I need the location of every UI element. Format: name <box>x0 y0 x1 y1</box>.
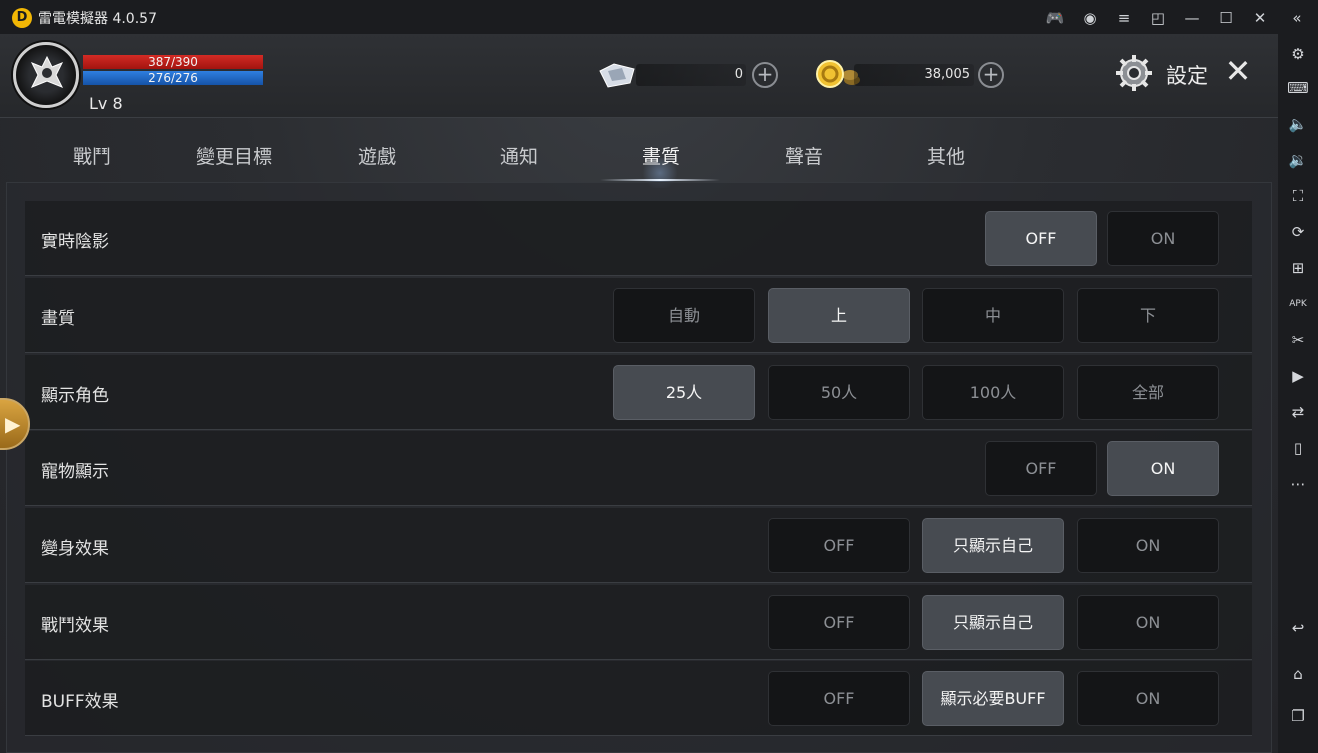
option-button[interactable]: OFF <box>768 595 910 650</box>
home-icon[interactable]: ⌂ <box>1286 662 1310 686</box>
settings-panel: 實時陰影 OFF ON 畫質 自動 上 中 下 顯示角色 25人 50人 100… <box>6 182 1272 753</box>
hp-bar: 387/390 <box>83 55 263 69</box>
diamond-count: 0 <box>734 67 743 82</box>
tab-game[interactable]: 遊戲 <box>312 142 442 168</box>
option-button[interactable]: ON <box>1107 211 1219 266</box>
settings-icon[interactable]: ⚙ <box>1286 42 1310 66</box>
option-button[interactable]: 只顯示自己 <box>922 595 1064 650</box>
option-button[interactable]: OFF <box>985 441 1097 496</box>
active-tab-indicator <box>600 179 720 181</box>
option-button[interactable]: OFF <box>768 671 910 726</box>
menu-icon[interactable]: ≡ <box>1113 7 1135 29</box>
add-gold-button[interactable]: + <box>978 62 1004 88</box>
collapse-icon[interactable]: « <box>1286 7 1308 29</box>
option-button[interactable]: 自動 <box>613 288 755 343</box>
option-button[interactable]: 100人 <box>922 365 1064 420</box>
option-button[interactable]: OFF <box>985 211 1097 266</box>
settings-tabs: 戰鬥 變更目標 遊戲 通知 畫質 聲音 其他 <box>0 118 1278 188</box>
option-button[interactable]: ON <box>1077 671 1219 726</box>
shake-icon[interactable]: ▯ <box>1286 436 1310 460</box>
add-app-icon[interactable]: ⊞ <box>1286 256 1310 280</box>
emulator-titlebar: D 雷電模擬器 4.0.57 🎮 ◉ ≡ ◰ — ☐ ✕ « <box>0 0 1318 34</box>
setting-row-graphics-quality: 畫質 自動 上 中 下 <box>25 278 1252 353</box>
tab-sound[interactable]: 聲音 <box>739 142 869 168</box>
settings-title: 設定 <box>1166 64 1208 88</box>
scissors-icon[interactable]: ✂ <box>1286 328 1310 352</box>
screenshot-icon[interactable]: ⛶ <box>1286 184 1310 208</box>
option-button[interactable]: 25人 <box>613 365 755 420</box>
player-hud: 387/390 276/276 Lv 8 0 + 38,005 + 設定 ✕ <box>0 34 1278 118</box>
tab-notification[interactable]: 通知 <box>454 142 584 168</box>
option-button[interactable]: ON <box>1077 518 1219 573</box>
guild-emblem-icon <box>30 55 64 88</box>
minimize-icon[interactable]: — <box>1181 7 1203 29</box>
tab-other[interactable]: 其他 <box>881 142 1011 168</box>
video-icon[interactable]: ▶ <box>1286 364 1310 388</box>
setting-row-battle-effect: 戰鬥效果 OFF 只顯示自己 ON <box>25 585 1252 660</box>
add-diamond-button[interactable]: + <box>752 62 778 88</box>
setting-row-buff-effect: BUFF效果 OFF 顯示必要BUFF ON <box>25 661 1252 736</box>
setting-label: 顯示角色 <box>41 386 109 406</box>
play-arrow-icon: ▶ <box>5 412 21 436</box>
apk-icon[interactable]: APK <box>1286 292 1310 316</box>
volume-up-icon[interactable]: 🔈 <box>1286 112 1310 136</box>
setting-row-realtime-shadow: 實時陰影 OFF ON <box>25 201 1252 276</box>
option-button[interactable]: 50人 <box>768 365 910 420</box>
tab-change-target[interactable]: 變更目標 <box>169 142 299 168</box>
gold-count: 38,005 <box>924 67 971 82</box>
option-button[interactable]: ON <box>1107 441 1219 496</box>
emulator-sidebar: ⚙ ⌨ 🔈 🔉 ⛶ ⟳ ⊞ APK ✂ ▶ ⇄ ▯ ⋯ ↩ ⌂ ❐ <box>1278 34 1318 753</box>
back-icon[interactable]: ↩ <box>1286 616 1310 640</box>
close-settings-button[interactable]: ✕ <box>1224 54 1252 88</box>
more-icon[interactable]: ⋯ <box>1286 472 1310 496</box>
avatar[interactable] <box>13 42 79 108</box>
option-button[interactable]: ON <box>1077 595 1219 650</box>
app-logo-icon: D <box>12 8 32 28</box>
maximize-icon[interactable]: ☐ <box>1215 7 1237 29</box>
setting-row-show-characters: 顯示角色 25人 50人 100人 全部 <box>25 355 1252 430</box>
volume-down-icon[interactable]: 🔉 <box>1286 148 1310 172</box>
setting-label: BUFF效果 <box>41 692 119 712</box>
popout-icon[interactable]: ◰ <box>1147 7 1169 29</box>
window-title: 雷電模擬器 4.0.57 <box>38 11 157 27</box>
recent-apps-icon[interactable]: ❐ <box>1286 704 1310 728</box>
sync-icon[interactable]: ⇄ <box>1286 400 1310 424</box>
setting-label: 實時陰影 <box>41 232 109 252</box>
setting-label: 畫質 <box>41 309 75 329</box>
option-button[interactable]: 中 <box>922 288 1064 343</box>
tab-battle[interactable]: 戰鬥 <box>27 142 157 168</box>
close-icon[interactable]: ✕ <box>1249 7 1271 29</box>
setting-label: 變身效果 <box>41 539 109 559</box>
game-viewport: 387/390 276/276 Lv 8 0 + 38,005 + 設定 ✕ 戰… <box>0 34 1278 753</box>
tab-graphics[interactable]: 畫質 <box>596 142 726 168</box>
gamepad-icon[interactable]: 🎮 <box>1044 7 1066 29</box>
diamond-icon <box>599 63 635 88</box>
player-level: Lv 8 <box>89 94 123 113</box>
setting-row-transform-effect: 變身效果 OFF 只顯示自己 ON <box>25 508 1252 583</box>
option-button[interactable]: 上 <box>768 288 910 343</box>
mp-bar: 276/276 <box>83 71 263 85</box>
option-button[interactable]: 只顯示自己 <box>922 518 1064 573</box>
setting-label: 戰鬥效果 <box>41 616 109 636</box>
keyboard-icon[interactable]: ⌨ <box>1286 76 1310 100</box>
option-button[interactable]: 下 <box>1077 288 1219 343</box>
setting-label: 寵物顯示 <box>41 462 109 482</box>
option-button[interactable]: 全部 <box>1077 365 1219 420</box>
record-icon[interactable]: ⟳ <box>1286 220 1310 244</box>
setting-row-pet-display: 寵物顯示 OFF ON <box>25 431 1252 506</box>
option-button[interactable]: OFF <box>768 518 910 573</box>
option-button[interactable]: 顯示必要BUFF <box>922 671 1064 726</box>
account-icon[interactable]: ◉ <box>1079 7 1101 29</box>
gear-icon <box>1116 55 1152 91</box>
